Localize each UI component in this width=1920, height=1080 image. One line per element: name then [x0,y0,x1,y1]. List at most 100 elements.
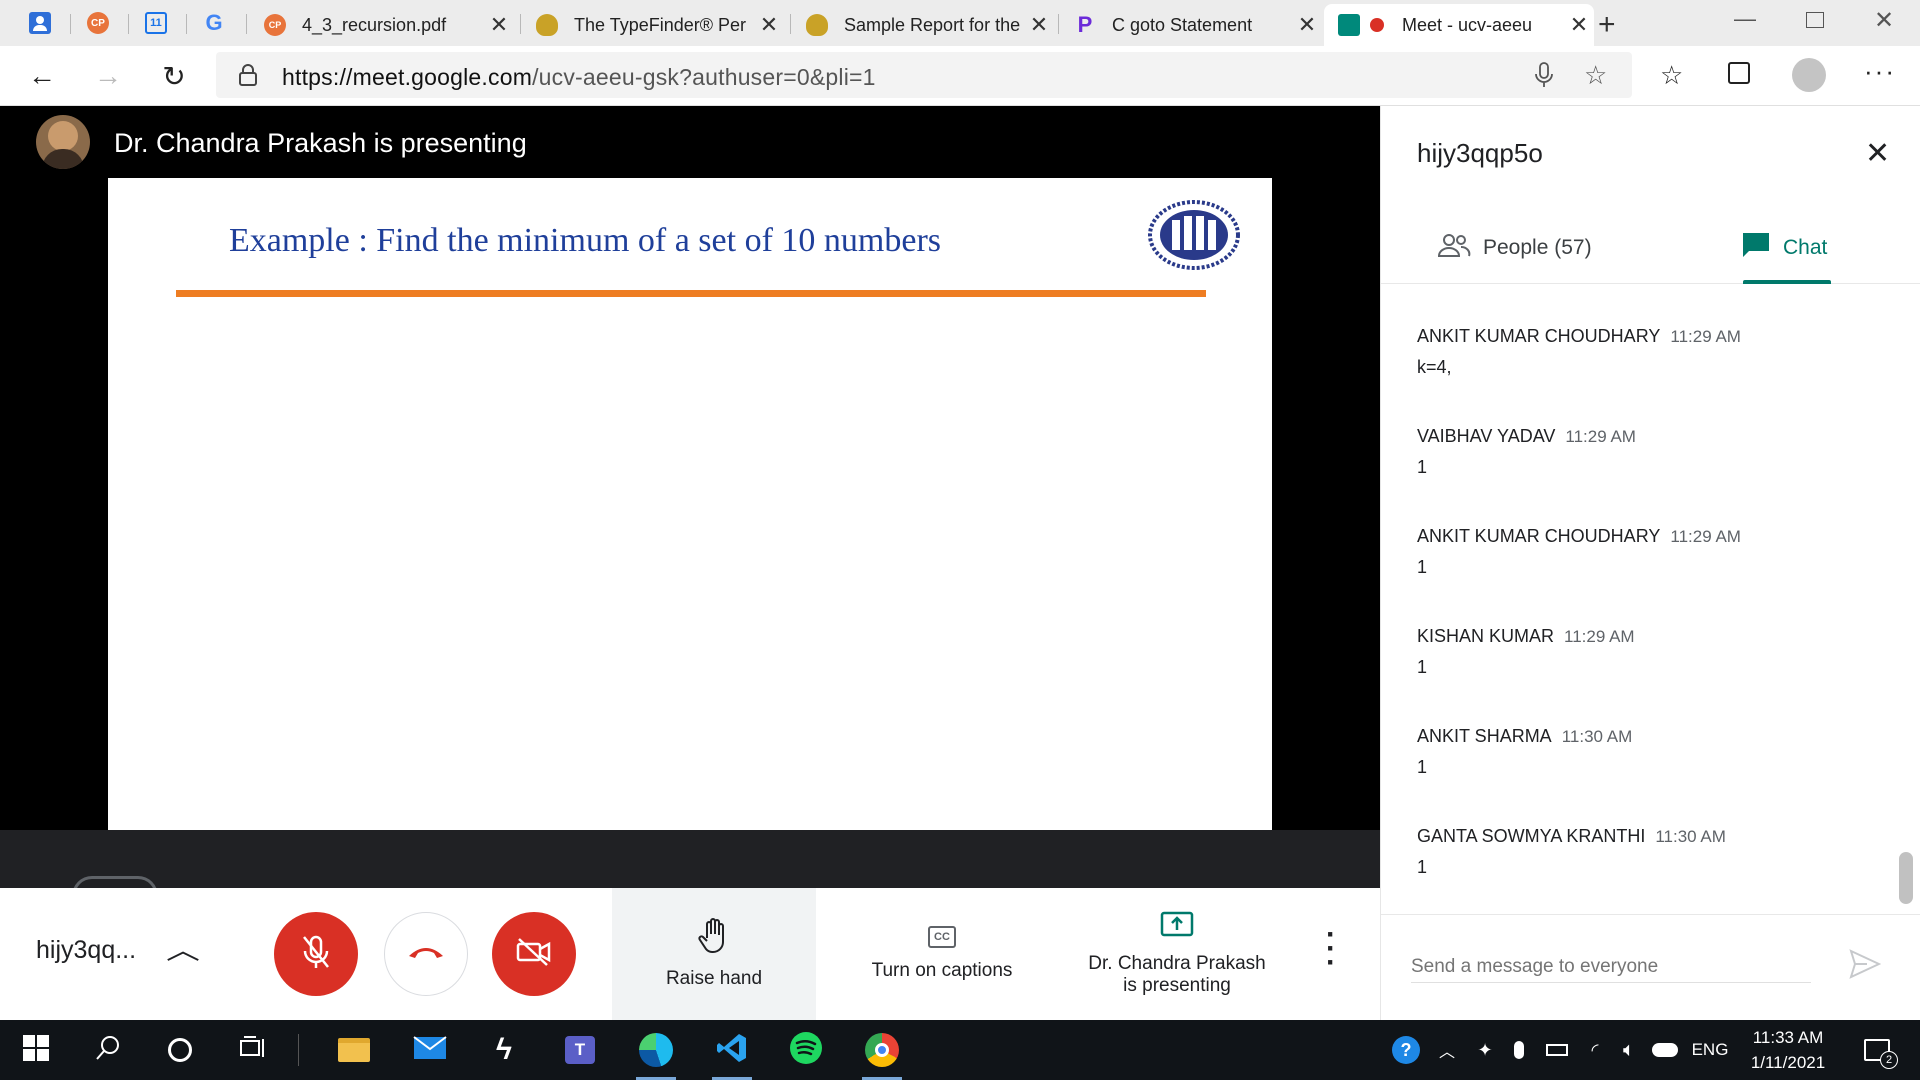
chat-scrollbar-thumb[interactable] [1899,852,1913,904]
new-tab-icon[interactable]: + [1598,8,1616,42]
tab-label: Sample Report for the [844,14,1021,35]
presenting-label-line1: Dr. Chandra Prakash [1088,953,1266,974]
pinned-tab-contacts[interactable] [12,6,68,40]
close-icon[interactable]: ✕ [754,12,784,38]
task-view-button[interactable] [222,1020,282,1080]
leave-call-button[interactable] [384,912,468,996]
tab-typefinder[interactable]: The TypeFinder® Per ✕ [522,4,784,46]
close-icon[interactable]: ✕ [1292,12,1322,38]
search-icon [95,1035,121,1066]
clock[interactable]: 11:33 AM 1/11/2021 [1738,1020,1838,1080]
raise-hand-button[interactable]: Raise hand [612,888,816,1020]
camera-off-button[interactable] [492,912,576,996]
taskbar-teams[interactable]: T [550,1020,610,1080]
programiz-icon: P [1077,12,1093,37]
more-options-icon[interactable]: · · · [1326,920,1336,978]
address-bar[interactable]: https://meet.google.com/ucv-aeeu-gsk?aut… [216,52,1632,98]
microphone-off-icon [301,934,331,975]
close-window-icon[interactable]: ✕ [1874,6,1894,35]
cp-icon: CP [87,12,109,34]
taskbar-edge[interactable] [626,1020,686,1080]
language-indicator[interactable]: ENG [1686,1020,1734,1080]
favorites-icon[interactable]: ☆ [1660,60,1683,91]
chat-message: VAIBHAV YADAV 11:29 AM 1 [1417,426,1636,478]
chat-message: ANKIT KUMAR CHOUDHARY 11:29 AM 1 [1417,526,1741,578]
chat-tab-label: Chat [1783,236,1828,259]
profile-avatar-icon[interactable] [1792,58,1826,92]
cloud-upload-icon[interactable] [1648,1020,1682,1080]
pinned-tab-calendar[interactable]: 11 [128,6,184,40]
taskbar-file-explorer[interactable] [324,1020,384,1080]
vscode-icon [716,1032,748,1069]
taskbar-vscode[interactable] [702,1020,762,1080]
chat-message: ANKIT SHARMA 11:30 AM 1 [1417,726,1632,778]
taskbar-chrome[interactable] [852,1020,912,1080]
chat-icon [1741,231,1771,265]
dropbox-icon[interactable]: ✦ [1470,1020,1500,1080]
meet-icon [1338,14,1360,36]
taskbar-mail[interactable] [400,1020,460,1080]
tab-chat[interactable]: Chat [1741,212,1827,284]
message-time: 11:30 AM [1655,827,1726,846]
tab-recursion-pdf[interactable]: CP 4_3_recursion.pdf ✕ [250,4,514,46]
microphone-icon[interactable] [1534,62,1554,93]
present-screen-icon [1160,911,1194,945]
close-panel-icon[interactable]: ✕ [1865,136,1890,171]
message-text: 1 [1417,557,1428,577]
captions-button[interactable]: CC Turn on captions [840,888,1044,1020]
meeting-stage: Dr. Chandra Prakash is presenting Exampl… [0,106,1380,896]
chevron-up-icon[interactable]: ︿ [1432,1020,1462,1080]
search-button[interactable] [78,1020,138,1080]
cp-icon: CP [264,14,286,36]
microphone-icon[interactable] [1504,1020,1534,1080]
message-text: 1 [1417,757,1428,777]
presentation-button[interactable]: Dr. Chandra Prakash is presenting [1066,888,1288,1020]
battery-icon[interactable] [1540,1020,1574,1080]
forward-icon[interactable]: → [88,56,128,96]
volume-icon[interactable]: 🔈︎ [1612,1020,1646,1080]
pinned-tab-cp[interactable]: CP [70,6,126,40]
message-sender: VAIBHAV YADAV [1417,426,1556,446]
collections-icon[interactable] [1728,62,1750,84]
more-menu-icon[interactable]: ··· [1864,56,1896,87]
tab-meet[interactable]: Meet - ucv-aeeu ✕ [1324,4,1594,46]
chat-message-input[interactable] [1411,951,1811,983]
taskbar-spotify[interactable] [776,1020,836,1080]
minimize-icon[interactable]: — [1734,6,1756,32]
send-icon[interactable] [1849,949,1882,984]
message-text: k=4, [1417,357,1452,377]
filmstrip-strip [0,830,1380,896]
message-text: 1 [1417,657,1428,677]
panel-title: hijy3qqp5o [1417,138,1543,168]
meeting-details-label[interactable]: hijy3qq... [36,936,136,965]
slide-title-underline [176,290,1206,297]
wifi-icon[interactable]: ◜ [1578,1020,1612,1080]
captions-label: Turn on captions [871,960,1013,981]
help-icon[interactable]: ? [1388,1020,1424,1080]
close-icon[interactable]: ✕ [1024,12,1054,38]
back-icon[interactable]: ← [22,56,62,96]
message-time: 11:29 AM [1670,327,1741,346]
google-icon: G [205,10,223,35]
lock-icon [238,63,258,92]
close-icon[interactable]: ✕ [1564,12,1594,38]
taskbar-app-bolt[interactable]: ϟ [474,1020,534,1080]
tab-people[interactable]: People (57) [1437,212,1592,284]
pinned-tab-google[interactable]: G [186,6,242,40]
message-sender: GANTA SOWMYA KRANTHI [1417,826,1646,846]
close-icon[interactable]: ✕ [484,12,514,38]
people-tab-label: People (57) [1483,236,1592,259]
restore-icon[interactable] [1806,12,1824,28]
start-button[interactable] [6,1020,66,1080]
action-center-button[interactable]: 2 [1852,1020,1902,1080]
message-text: 1 [1417,857,1428,877]
presenter-banner-text: Dr. Chandra Prakash is presenting [114,128,527,158]
microphone-off-button[interactable] [274,912,358,996]
refresh-icon[interactable]: ↻ [154,56,194,96]
tab-sample-report[interactable]: Sample Report for the ✕ [792,4,1054,46]
chevron-up-icon[interactable]: ︿ [166,930,200,967]
star-icon[interactable]: ☆ [1584,60,1607,91]
presenter-banner: Dr. Chandra Prakash is presenting [0,106,1380,178]
tab-c-goto[interactable]: P C goto Statement ✕ [1060,4,1322,46]
cortana-button[interactable] [150,1020,210,1080]
